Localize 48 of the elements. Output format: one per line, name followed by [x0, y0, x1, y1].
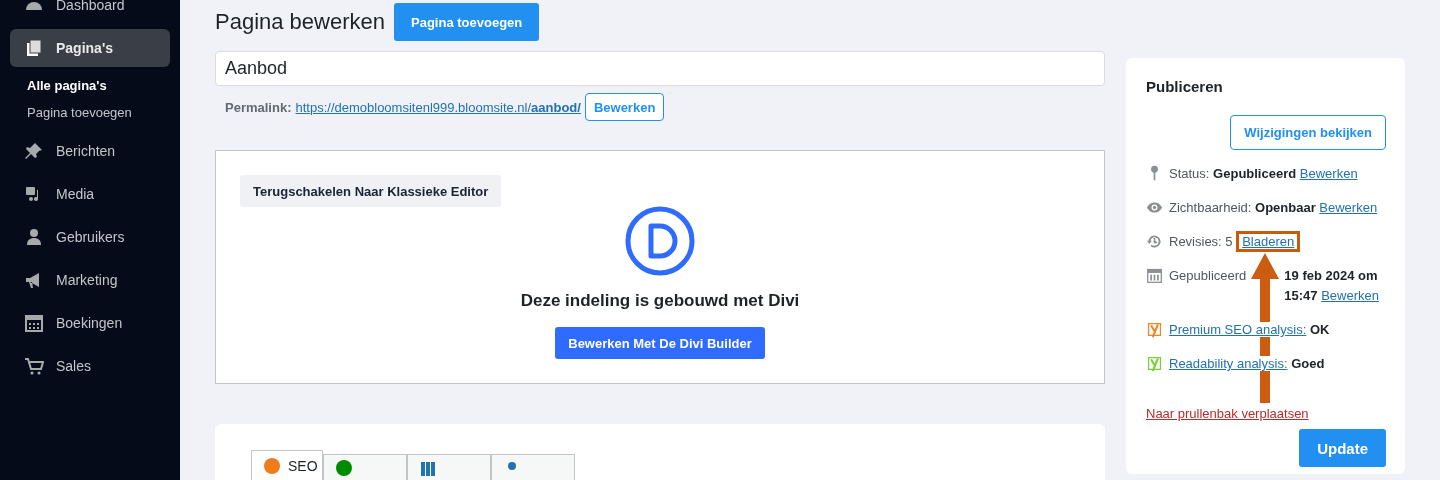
publish-link[interactable]: Bladeren: [1236, 231, 1301, 252]
divi-logo-icon: [624, 205, 696, 277]
readability-score-icon: [336, 459, 352, 476]
sidebar-item[interactable]: Gebruikers: [10, 218, 170, 256]
user-icon: [24, 227, 44, 247]
publish-info: Gepubliceerd: [1169, 267, 1247, 285]
calendar-icon: [24, 313, 44, 333]
seo-tab[interactable]: SEO: [251, 450, 323, 480]
history-icon: [1146, 233, 1163, 250]
publish-link[interactable]: Readability analysis:: [1169, 356, 1288, 371]
publish-link[interactable]: Bewerken: [1321, 288, 1379, 303]
analysis-result: OK: [1309, 322, 1330, 337]
grid-icon: [420, 459, 436, 476]
submenu-item[interactable]: Alle pagina's: [27, 78, 107, 93]
sidebar-item[interactable]: Sales: [10, 347, 170, 385]
sidebar-item[interactable]: Marketing: [10, 261, 170, 299]
trash-link[interactable]: Naar prullenbak verplaatsen: [1146, 406, 1309, 421]
cart-icon: [24, 356, 44, 376]
analysis-result: Goed: [1291, 356, 1325, 371]
seo-tab[interactable]: [323, 454, 407, 480]
classic-editor-button[interactable]: Terugschakelen Naar Klassieke Editor: [240, 175, 502, 207]
publish-link[interactable]: Premium SEO analysis:: [1169, 322, 1307, 337]
publish-info: Status: Gepubliceerd Bewerken: [1169, 165, 1358, 183]
pin-icon: [24, 141, 44, 161]
permalink-link[interactable]: https://demobloomsitenl999.bloomsite.nl/aanbod/: [295, 99, 581, 115]
sidebar-item[interactable]: Media: [10, 175, 170, 213]
sidebar-item[interactable]: Dashboard: [10, 0, 170, 24]
publish-info: Zichtbaarheid: Openbaar Bewerken: [1169, 199, 1378, 217]
title-field[interactable]: Aanbod: [215, 51, 1105, 86]
seo-tab[interactable]: [407, 454, 491, 480]
sidebar-item[interactable]: Berichten: [10, 132, 170, 170]
calendar-icon: [1146, 267, 1163, 284]
publish-link[interactable]: Bewerken: [1319, 200, 1378, 215]
publish-title: Publiceren: [1146, 78, 1224, 95]
permalink-label: Permalink:: [225, 99, 292, 115]
seo-tab[interactable]: [491, 454, 575, 480]
submenu-item[interactable]: Pagina toevoegen: [27, 105, 132, 120]
publish-link[interactable]: Bewerken: [1299, 166, 1358, 181]
sidebar-item[interactable]: Boekingen: [10, 304, 170, 342]
seo-score-icon: [264, 457, 280, 474]
divi-message: Deze indeling is gebouwd met Divi: [520, 291, 800, 311]
divi-builder-button[interactable]: Bewerken Met De Divi Builder: [555, 327, 765, 359]
publish-date: 19 feb 2024 om 15:47 Bewerken: [1284, 267, 1381, 305]
publish-info: Revisies: 5 Bladeren: [1169, 232, 1301, 252]
sidebar-item[interactable]: Pagina's: [10, 29, 170, 67]
eye-icon: [1146, 199, 1163, 216]
page-title: Pagina bewerken: [215, 9, 385, 36]
pages-icon: [24, 38, 44, 58]
